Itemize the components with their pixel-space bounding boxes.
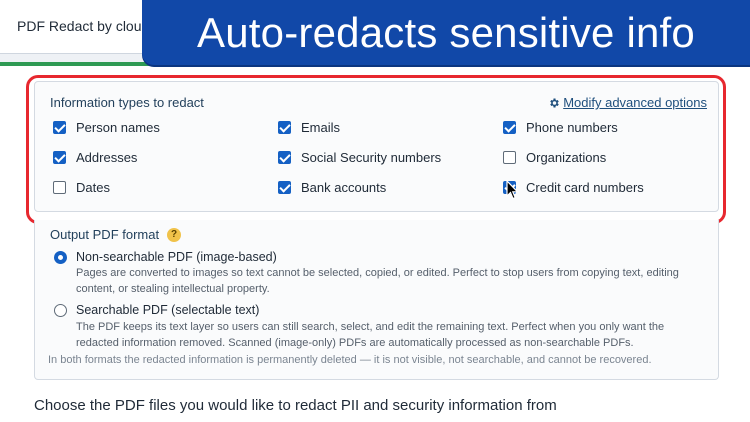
checkbox-label: Person names (76, 120, 160, 135)
modify-advanced-options-link[interactable]: Modify advanced options (548, 95, 707, 110)
checkbox-dates[interactable]: Dates (53, 180, 110, 195)
radio-searchable[interactable] (54, 304, 67, 317)
checkbox-box[interactable] (53, 121, 66, 134)
checkbox-box[interactable] (278, 121, 291, 134)
output-format-label: Output PDF format (50, 227, 160, 242)
checkbox-social-security-numbers[interactable]: Social Security numbers (278, 150, 441, 165)
checkbox-bank-accounts[interactable]: Bank accounts (278, 180, 386, 195)
checkbox-label: Addresses (76, 150, 138, 165)
mouse-cursor-icon (506, 180, 519, 200)
checkbox-label: Bank accounts (301, 180, 387, 195)
checkbox-box[interactable] (53, 181, 66, 194)
checkbox-label: Social Security numbers (301, 150, 442, 165)
modify-advanced-options-label: Modify advanced options (563, 95, 707, 110)
checkbox-addresses[interactable]: Addresses (53, 150, 137, 165)
checkbox-box[interactable] (503, 121, 516, 134)
checkbox-label: Emails (301, 120, 341, 135)
format-note: In both formats the redacted information… (48, 354, 652, 366)
gear-icon (550, 98, 559, 107)
help-icon[interactable]: ? (167, 227, 182, 242)
checkbox-emails[interactable]: Emails (278, 120, 340, 135)
checkbox-label: Organizations (526, 150, 607, 165)
option-non-searchable-desc-2: content, or stealing intellectual proper… (76, 283, 270, 295)
checkbox-label: Dates (76, 180, 110, 195)
information-types-title: Information types to redact (50, 95, 204, 110)
checkbox-box[interactable] (53, 151, 66, 164)
banner-text: Auto-redacts sensitive info (197, 8, 695, 56)
checkbox-box[interactable] (278, 151, 291, 164)
option-non-searchable-label: Non-searchable PDF (image-based) (76, 250, 277, 264)
choose-files-heading: Choose the PDF files you would like to r… (34, 397, 557, 414)
checkbox-phone-numbers[interactable]: Phone numbers (503, 120, 618, 135)
checkbox-label: Credit card numbers (526, 180, 644, 195)
option-non-searchable-desc-1: Pages are converted to images so text ca… (76, 267, 679, 279)
option-searchable-desc-1: The PDF keeps its text layer so users ca… (76, 321, 665, 333)
checkbox-box[interactable] (278, 181, 291, 194)
checkbox-box[interactable] (503, 151, 516, 164)
checkbox-label: Phone numbers (526, 120, 618, 135)
title-banner: Auto-redacts sensitive info (142, 0, 750, 65)
app-tab-label: PDF Redact by cloud (17, 18, 150, 34)
option-searchable-label: Searchable PDF (selectable text) (76, 303, 260, 317)
checkbox-person-names[interactable]: Person names (53, 120, 160, 135)
option-searchable-desc-2: redacted information removed. Scanned (i… (76, 337, 634, 349)
checkbox-credit-card-numbers[interactable]: Credit card numbers (503, 180, 644, 195)
checkbox-organizations[interactable]: Organizations (503, 150, 606, 165)
output-format-title: Output PDF format ? (50, 227, 182, 242)
radio-non-searchable[interactable] (54, 251, 67, 264)
